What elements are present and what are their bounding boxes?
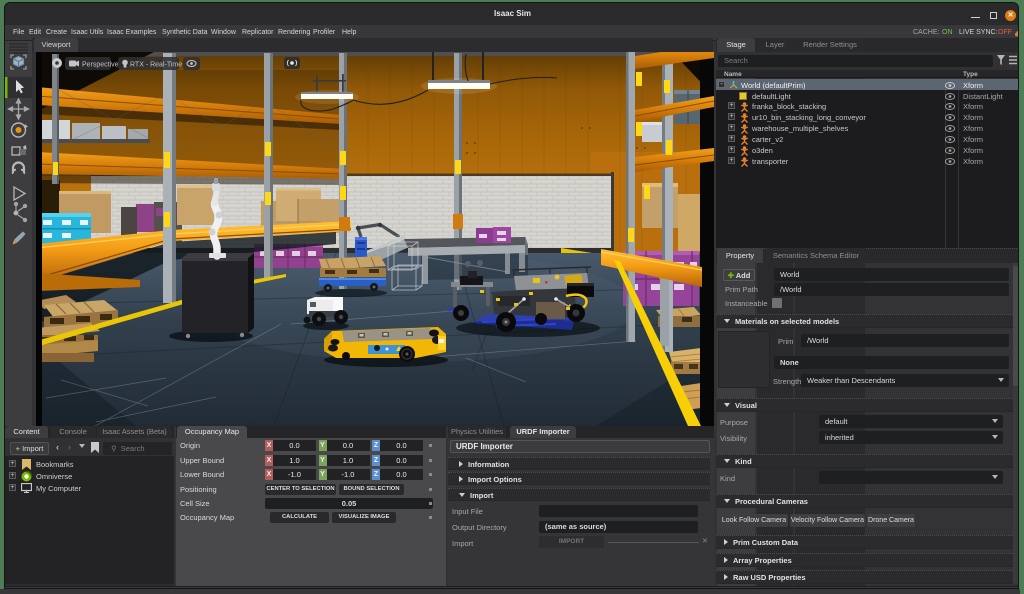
svg-text:RTX - Real-Time: RTX - Real-Time [130,62,182,69]
svg-text:Perspective: Perspective [82,62,119,69]
